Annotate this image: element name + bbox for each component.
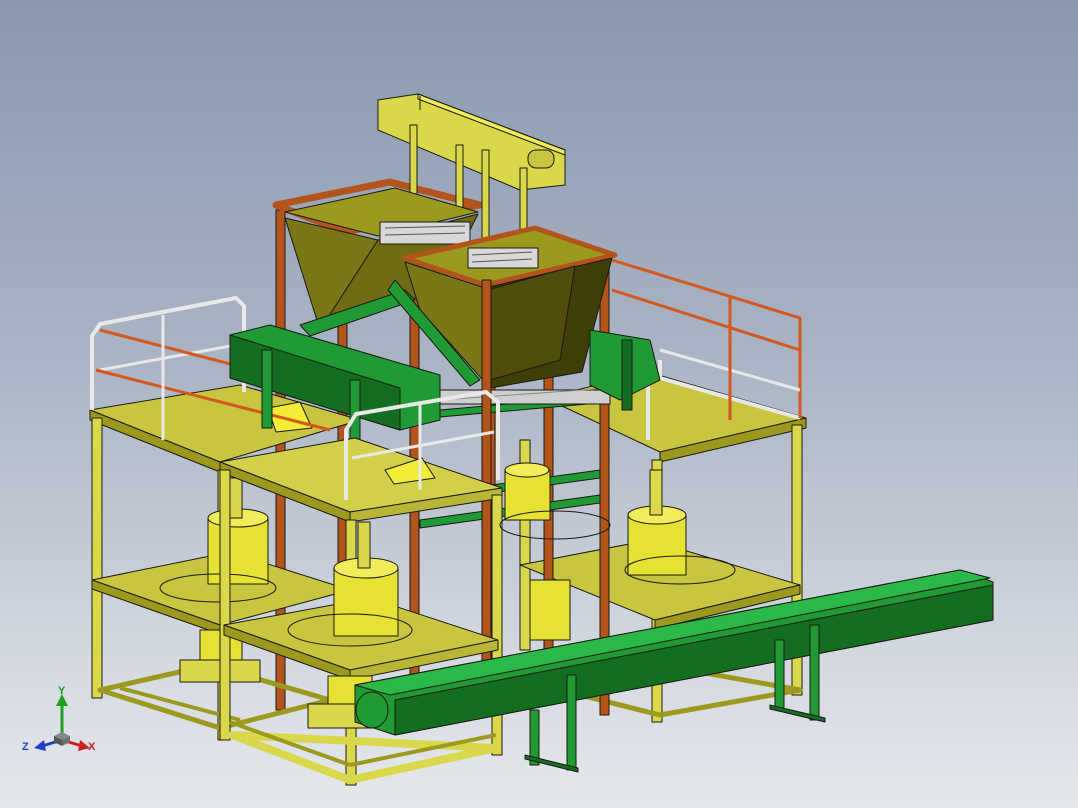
cad-model-view[interactable]	[0, 0, 1078, 808]
y-axis-label: Y	[58, 685, 66, 697]
z-axis-label: Z	[22, 741, 29, 753]
triad-y-axis: Y	[56, 685, 68, 740]
coordinate-triad: Y X Z	[22, 685, 96, 753]
triad-origin	[54, 732, 70, 746]
x-axis-label: X	[88, 741, 96, 753]
graphics-viewport[interactable]: Y X Z	[0, 0, 1078, 808]
